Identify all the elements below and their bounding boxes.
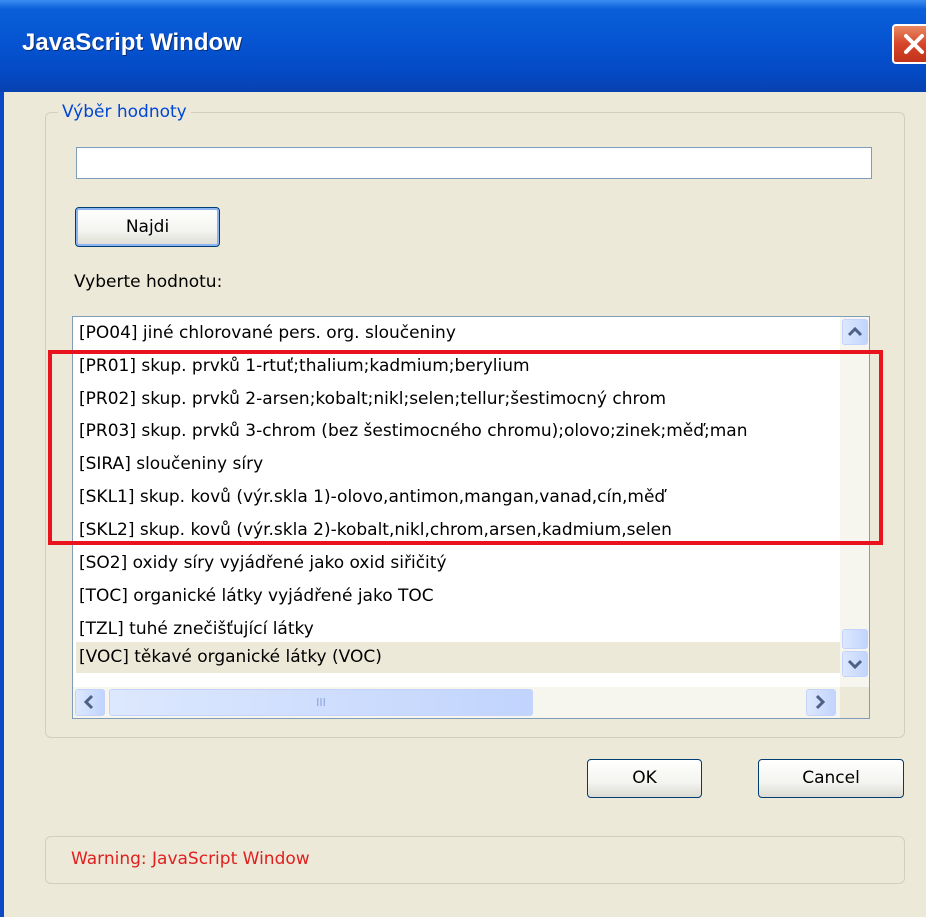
highlight-annotation [48,350,883,545]
scrollbar-corner [840,687,869,718]
window-title: JavaScript Window [22,29,242,56]
chevron-down-icon [847,659,863,670]
hscroll-thumb[interactable]: III [109,689,533,716]
warning-text: Warning: JavaScript Window [71,849,310,869]
list-label: Vyberte hodnotu: [74,272,223,292]
scroll-up-button[interactable] [842,319,868,345]
scroll-left-button[interactable] [75,689,105,716]
title-bar[interactable]: JavaScript Window [0,0,926,92]
ok-button[interactable]: OK [587,759,702,798]
window-border [0,92,4,917]
chevron-left-icon [83,694,94,710]
list-item[interactable]: [PO04] jiné chlorované pers. org. slouče… [79,318,839,349]
search-input[interactable] [76,147,872,179]
close-icon [904,34,924,54]
scroll-down-button[interactable] [842,651,868,677]
horizontal-scrollbar[interactable]: III [73,687,840,718]
list-item[interactable]: [TZL] tuhé znečišťující látky [79,614,839,645]
list-item-selected[interactable]: [VOC] těkavé organické látky (VOC) [76,642,840,673]
list-item[interactable]: [SO2] oxidy síry vyjádřené jako oxid siř… [79,548,839,579]
chevron-up-icon [847,326,863,337]
find-button[interactable]: Najdi [75,207,220,247]
scroll-thumb[interactable] [842,629,868,649]
list-item[interactable]: [TOC] organické látky vyjádřené jako TOC [79,581,839,612]
chevron-right-icon [815,694,826,710]
cancel-button[interactable]: Cancel [758,759,904,798]
scroll-right-button[interactable] [806,689,836,716]
group-legend: Výběr hodnoty [58,102,191,122]
close-button[interactable] [892,24,926,64]
